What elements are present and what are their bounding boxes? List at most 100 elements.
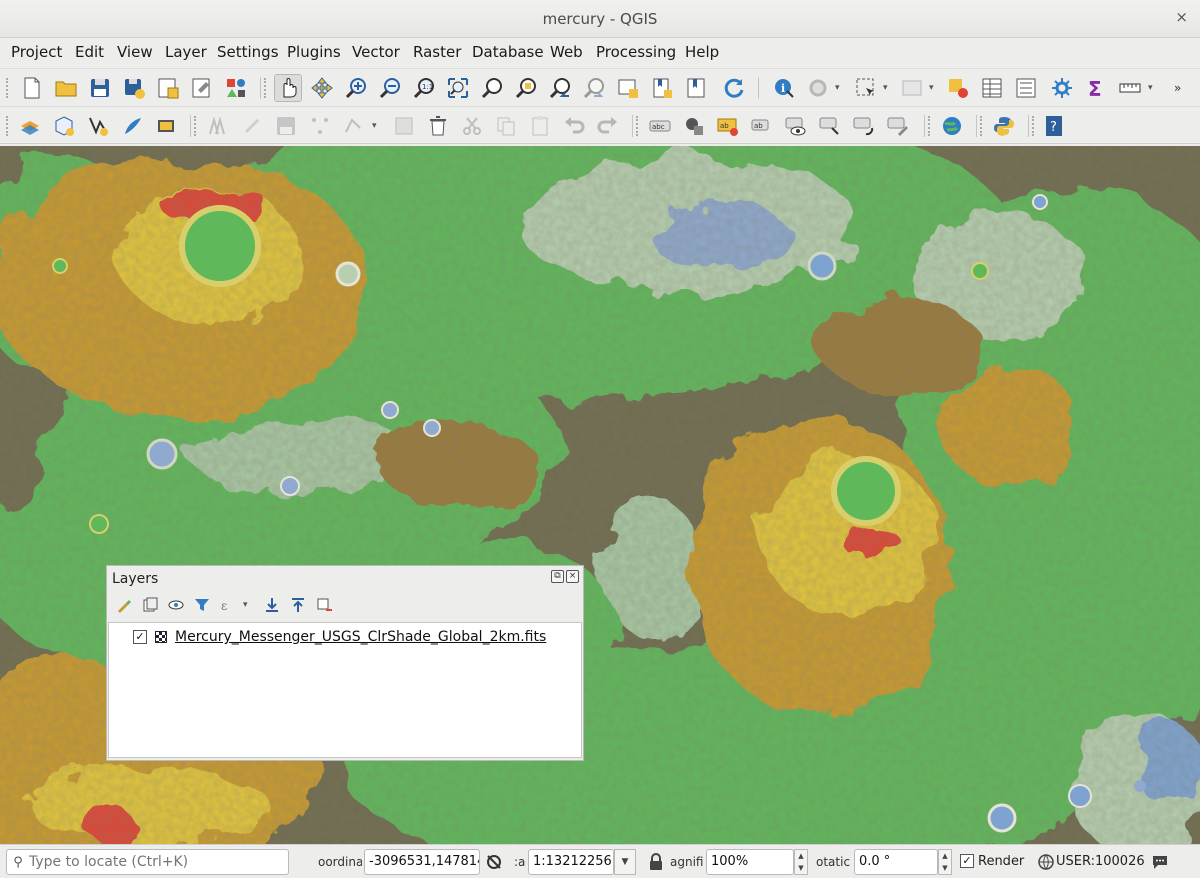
new-bookmark-icon[interactable]	[648, 74, 676, 102]
select-features-icon[interactable]	[852, 74, 880, 102]
layer-tree-item[interactable]: ✓ Mercury_Messenger_USGS_ClrShade_Global…	[133, 627, 546, 647]
zoom-next-icon[interactable]	[580, 74, 608, 102]
refresh-icon[interactable]	[720, 74, 748, 102]
manage-visibility-icon[interactable]	[165, 594, 187, 616]
menu-raster[interactable]: Raster	[413, 43, 461, 61]
crs-globe-icon[interactable]	[1036, 852, 1056, 872]
menu-layer[interactable]: Layer	[165, 43, 207, 61]
new-spatialite-layer-icon[interactable]	[118, 112, 146, 140]
messages-icon[interactable]	[1150, 852, 1170, 872]
move-label-icon[interactable]	[816, 112, 844, 140]
menu-settings[interactable]: Settings	[217, 43, 279, 61]
data-source-manager-icon[interactable]	[16, 112, 44, 140]
vertex-tool-icon[interactable]	[340, 112, 368, 140]
menu-plugins[interactable]: Plugins	[287, 43, 341, 61]
undo-icon[interactable]	[560, 112, 588, 140]
float-panel-button[interactable]: ⧉	[551, 570, 564, 583]
coordinate-field[interactable]: -3096531,1478140	[364, 849, 480, 875]
lock-icon[interactable]	[646, 852, 666, 872]
new-print-layout-icon[interactable]	[154, 74, 182, 102]
layer-visibility-checkbox[interactable]: ✓	[133, 630, 147, 644]
toggle-editing-icon[interactable]	[238, 112, 266, 140]
style-manager-icon[interactable]	[222, 74, 250, 102]
deselect-icon[interactable]	[944, 74, 972, 102]
modify-attributes-icon[interactable]	[390, 112, 418, 140]
save-as-icon[interactable]	[120, 74, 148, 102]
menu-edit[interactable]: Edit	[75, 43, 104, 61]
add-feature-icon[interactable]	[306, 112, 334, 140]
measure-icon[interactable]	[1116, 74, 1144, 102]
menu-database[interactable]: Database	[472, 43, 544, 61]
remove-layer-icon[interactable]	[313, 594, 335, 616]
run-feature-action-icon[interactable]	[804, 74, 832, 102]
layer-name[interactable]: Mercury_Messenger_USGS_ClrShade_Global_2…	[175, 629, 546, 645]
filter-by-expression-icon[interactable]: ε	[217, 594, 239, 616]
zoom-in-icon[interactable]	[342, 74, 370, 102]
menu-vector[interactable]: Vector	[352, 43, 400, 61]
magnifier-field[interactable]: 100%	[706, 849, 794, 875]
filter-legend-icon[interactable]	[191, 594, 213, 616]
attribute-table-icon[interactable]	[898, 74, 926, 102]
current-edits-icon[interactable]	[204, 112, 232, 140]
locator-input[interactable]	[29, 854, 279, 870]
menu-help[interactable]: Help	[685, 43, 719, 61]
close-panel-button[interactable]: ×	[566, 570, 579, 583]
expand-all-icon[interactable]	[261, 594, 283, 616]
crs-label[interactable]: USER:100026	[1056, 854, 1145, 869]
add-group-icon[interactable]	[139, 594, 161, 616]
gear-icon[interactable]	[1048, 74, 1076, 102]
render-checkbox[interactable]: ✓	[960, 854, 974, 868]
rotation-spinner[interactable]: ▲ ▼	[938, 849, 952, 875]
open-layer-styling-icon[interactable]	[113, 594, 135, 616]
new-map-view-icon[interactable]	[614, 74, 642, 102]
paste-features-icon[interactable]	[526, 112, 554, 140]
statistical-summary-icon[interactable]: Σ	[1082, 74, 1110, 102]
zoom-out-icon[interactable]	[376, 74, 404, 102]
pan-map-icon[interactable]	[274, 74, 302, 102]
cut-features-icon[interactable]	[458, 112, 486, 140]
toggle-extents-icon[interactable]	[484, 852, 504, 872]
toolbar-grip[interactable]	[6, 78, 10, 98]
zoom-to-selection-icon[interactable]	[478, 74, 506, 102]
save-edits-icon[interactable]	[272, 112, 300, 140]
change-label-icon[interactable]	[884, 112, 912, 140]
globe-icon[interactable]	[938, 112, 966, 140]
new-project-icon[interactable]	[18, 74, 46, 102]
show-bookmarks-icon[interactable]	[682, 74, 710, 102]
locator-bar[interactable]: ⚲	[6, 849, 289, 875]
zoom-to-layer-icon[interactable]	[512, 74, 540, 102]
open-project-icon[interactable]	[52, 74, 80, 102]
rotate-label-icon[interactable]	[850, 112, 878, 140]
highlight-pinned-icon[interactable]: ab	[714, 112, 742, 140]
identify-icon[interactable]: i	[770, 74, 798, 102]
zoom-native-icon[interactable]: 1:1	[410, 74, 438, 102]
more-tools-icon[interactable]: »	[1166, 74, 1194, 102]
scale-field[interactable]: 1:13212256	[528, 849, 614, 875]
new-shapefile-layer-icon[interactable]	[84, 112, 112, 140]
copy-features-icon[interactable]	[492, 112, 520, 140]
delete-selected-icon[interactable]	[424, 112, 452, 140]
show-hide-labels-icon[interactable]: ab	[748, 112, 776, 140]
help-icon[interactable]: ?	[1040, 112, 1068, 140]
pin-labels-icon[interactable]	[680, 112, 708, 140]
layout-manager-icon[interactable]	[188, 74, 216, 102]
pan-to-selection-icon[interactable]	[308, 74, 336, 102]
rotation-field[interactable]: 0.0 °	[854, 849, 938, 875]
python-console-icon[interactable]	[990, 112, 1018, 140]
menu-processing[interactable]: Processing	[596, 43, 676, 61]
redo-icon[interactable]	[594, 112, 622, 140]
label-toolbar-icon[interactable]: abc	[646, 112, 674, 140]
collapse-all-icon[interactable]	[287, 594, 309, 616]
menu-web[interactable]: Web	[550, 43, 583, 61]
menu-project[interactable]: Project	[11, 43, 62, 61]
save-project-icon[interactable]	[86, 74, 114, 102]
scale-dropdown[interactable]: ▼	[614, 849, 636, 875]
zoom-full-icon[interactable]	[444, 74, 472, 102]
toggle-label-visibility-icon[interactable]	[782, 112, 810, 140]
field-calculator-icon[interactable]	[1012, 74, 1040, 102]
open-attribute-table-icon[interactable]	[978, 74, 1006, 102]
magnifier-spinner[interactable]: ▲ ▼	[794, 849, 808, 875]
new-temporary-layer-icon[interactable]	[152, 112, 180, 140]
new-geopackage-layer-icon[interactable]	[50, 112, 78, 140]
close-window-button[interactable]: ×	[1175, 8, 1188, 26]
